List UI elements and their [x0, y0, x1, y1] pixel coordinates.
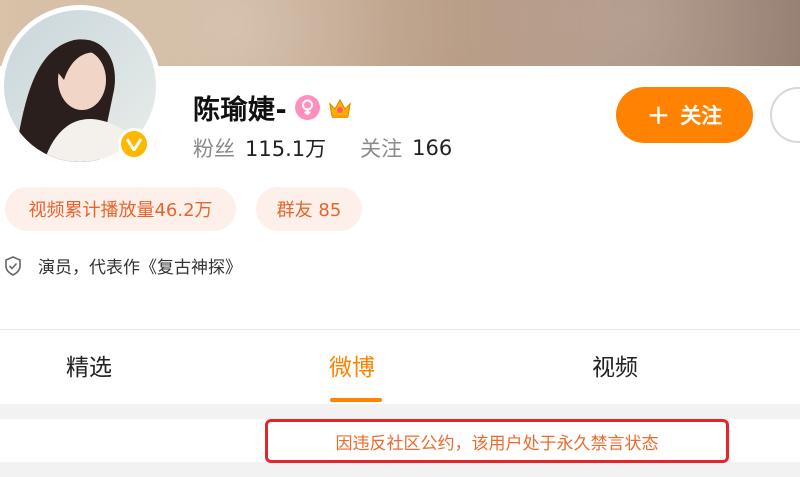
follow-button[interactable]: + 关注 — [616, 87, 753, 143]
tab-featured[interactable]: 精选 — [66, 348, 112, 382]
following-label[interactable]: 关注 — [360, 133, 402, 163]
section-separator-bottom — [0, 462, 800, 477]
more-button[interactable] — [770, 87, 800, 143]
bio-text: 演员，代表作《复古神探》 — [38, 258, 242, 278]
crown-icon[interactable] — [327, 95, 353, 121]
female-icon — [295, 95, 321, 120]
following-count[interactable]: 166 — [412, 136, 452, 160]
active-tab-indicator — [330, 398, 382, 402]
user-name: 陈瑜婕- — [193, 95, 288, 126]
video-plays-pill[interactable]: 视频累计播放量46.2万 — [5, 187, 236, 231]
group-friends-pill[interactable]: 群友 85 — [256, 187, 362, 231]
shield-check-icon — [4, 255, 22, 276]
plus-icon: + — [646, 98, 671, 131]
ban-notice: 因违反社区公约，该用户处于永久禁言状态 — [265, 419, 729, 463]
fans-label[interactable]: 粉丝 — [193, 133, 235, 163]
follow-label: 关注 — [680, 104, 723, 128]
bio-row: 演员，代表作《复古神探》 — [4, 253, 242, 278]
ban-notice-text: 因违反社区公约，该用户处于永久禁言状态 — [335, 433, 659, 454]
tab-video[interactable]: 视频 — [592, 348, 638, 382]
section-separator — [0, 404, 800, 419]
divider — [0, 329, 800, 330]
verified-icon — [118, 128, 150, 160]
tab-weibo[interactable]: 微博 — [329, 348, 375, 382]
stats-row: 粉丝 115.1万 关注 166 — [193, 133, 452, 163]
name-row: 陈瑜婕- — [193, 88, 353, 127]
fans-count[interactable]: 115.1万 — [245, 133, 326, 163]
